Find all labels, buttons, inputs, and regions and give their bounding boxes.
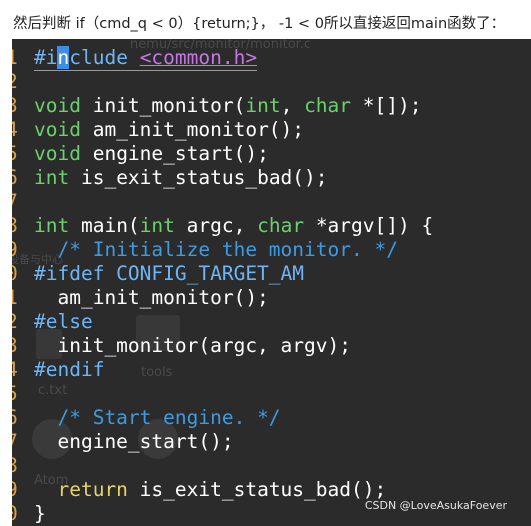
code-token: void: [34, 118, 81, 141]
code-line[interactable]: 8 int main(int argc, char *argv[]) {: [12, 214, 531, 238]
code-token: engine_start();: [80, 142, 269, 165]
code-token: *argv[]) {: [304, 214, 434, 237]
code-text: /* Start engine. */: [34, 406, 281, 430]
code-text: am_init_monitor();: [34, 286, 269, 310]
code-token: #ifdef CONFIG_TARGET_AM: [34, 262, 305, 285]
line-number: 8: [12, 214, 22, 238]
code-token: *[]);: [351, 94, 422, 117]
code-line[interactable]: 6 /* Start engine. */: [12, 406, 531, 430]
code-token: is_exit_status_bad();: [69, 166, 328, 189]
code-token: init_monitor(: [80, 94, 246, 117]
line-number: 5: [12, 142, 22, 166]
code-token: init_monitor(argc, argv);: [34, 334, 351, 357]
code-token: #i: [34, 46, 58, 69]
code-text: init_monitor(argc, argv);: [34, 334, 351, 358]
line-number: 1: [12, 286, 22, 310]
code-token: ,: [280, 94, 305, 117]
line-number: 4: [12, 358, 22, 382]
code-line[interactable]: 7: [12, 190, 531, 214]
line-number: 3: [12, 334, 22, 358]
line-number: 5: [12, 382, 22, 406]
code-text: #ifdef CONFIG_TARGET_AM: [34, 262, 304, 286]
code-token: argc,: [174, 214, 258, 237]
line-number: 7: [12, 190, 22, 214]
code-token: int: [139, 214, 175, 237]
code-token: clude: [69, 46, 140, 69]
line-number: 6: [12, 166, 22, 190]
code-text: }: [34, 502, 46, 526]
caption-text: 然后判断 if（cmd_q < 0）{return;}， -1 < 0所以直接返…: [13, 16, 506, 32]
code-token: char: [257, 214, 305, 237]
code-token: #else: [34, 310, 93, 333]
code-line[interactable]: 7 engine_start();: [12, 430, 531, 454]
code-line[interactable]: 0 #ifdef CONFIG_TARGET_AM: [12, 262, 531, 286]
line-number: 8: [12, 454, 22, 478]
code-line[interactable]: 2 #else: [12, 310, 531, 334]
code-token: /* Start engine. */: [57, 406, 281, 429]
code-line[interactable]: 2: [12, 70, 531, 94]
code-token: int: [34, 166, 70, 189]
code-token: /* Initialize the monitor. */: [57, 238, 398, 261]
line-number: 9: [12, 238, 22, 262]
code-token: int: [34, 214, 70, 237]
code-text: /* Initialize the monitor. */: [34, 238, 398, 262]
code-token: <common.h>: [139, 46, 258, 69]
code-text: return is_exit_status_bad();: [34, 478, 386, 502]
text-cursor: n: [57, 46, 70, 69]
line-number: 0: [12, 502, 22, 526]
code-line[interactable]: 1 #include <common.h>: [12, 46, 531, 71]
line-number: 2: [12, 310, 22, 334]
code-token: am_init_monitor();: [80, 118, 305, 141]
code-token: void: [34, 94, 81, 117]
line-number: 2: [12, 70, 22, 94]
code-line[interactable]: 1 am_init_monitor();: [12, 286, 531, 310]
code-line[interactable]: 5 void engine_start();: [12, 142, 531, 166]
code-line[interactable]: 4 #endif: [12, 358, 531, 382]
code-token: void: [34, 142, 81, 165]
line-number: 6: [12, 406, 22, 430]
code-token: }: [34, 502, 46, 525]
code-editor[interactable]: 1#include <common.h>23void init_monitor(…: [12, 46, 531, 526]
code-token: return: [57, 478, 128, 501]
watermark: CSDN @LoveAsukaFoever: [364, 499, 507, 512]
code-line[interactable]: 9 /* Initialize the monitor. */: [12, 238, 531, 262]
code-line[interactable]: 3 init_monitor(argc, argv);: [12, 334, 531, 358]
code-line[interactable]: 5: [12, 382, 531, 406]
code-token: am_init_monitor();: [34, 286, 269, 309]
code-text: engine_start();: [34, 430, 234, 454]
terminal-window[interactable]: nemu/src/monitor/monitor.c 设备与中心 c.txt t…: [12, 39, 531, 526]
code-text: #include <common.h>: [34, 46, 258, 71]
code-token: int: [245, 94, 281, 117]
line-number: 0: [12, 262, 22, 286]
code-token: #endif: [34, 358, 105, 381]
code-line[interactable]: 6 int is_exit_status_bad();: [12, 166, 531, 190]
code-token: is_exit_status_bad();: [127, 478, 387, 501]
code-text: #else: [34, 310, 93, 334]
code-line[interactable]: 8: [12, 454, 531, 478]
code-text: void am_init_monitor();: [34, 118, 304, 142]
line-number: 3: [12, 94, 22, 118]
code-text: int main(int argc, char *argv[]) {: [34, 214, 433, 238]
code-token: engine_start();: [34, 430, 234, 453]
line-number: 9: [12, 478, 22, 502]
code-text: int is_exit_status_bad();: [34, 166, 328, 190]
code-text: void init_monitor(int, char *[]);: [34, 94, 421, 118]
code-text: void engine_start();: [34, 142, 269, 166]
code-line[interactable]: 3 void init_monitor(int, char *[]);: [12, 94, 531, 118]
code-token: main(: [69, 214, 140, 237]
line-number: 1: [12, 46, 22, 70]
line-number: 7: [12, 430, 22, 454]
line-number: 4: [12, 118, 22, 142]
code-token: char: [304, 94, 352, 117]
code-text: #endif: [34, 358, 104, 382]
code-line[interactable]: 4 void am_init_monitor();: [12, 118, 531, 142]
